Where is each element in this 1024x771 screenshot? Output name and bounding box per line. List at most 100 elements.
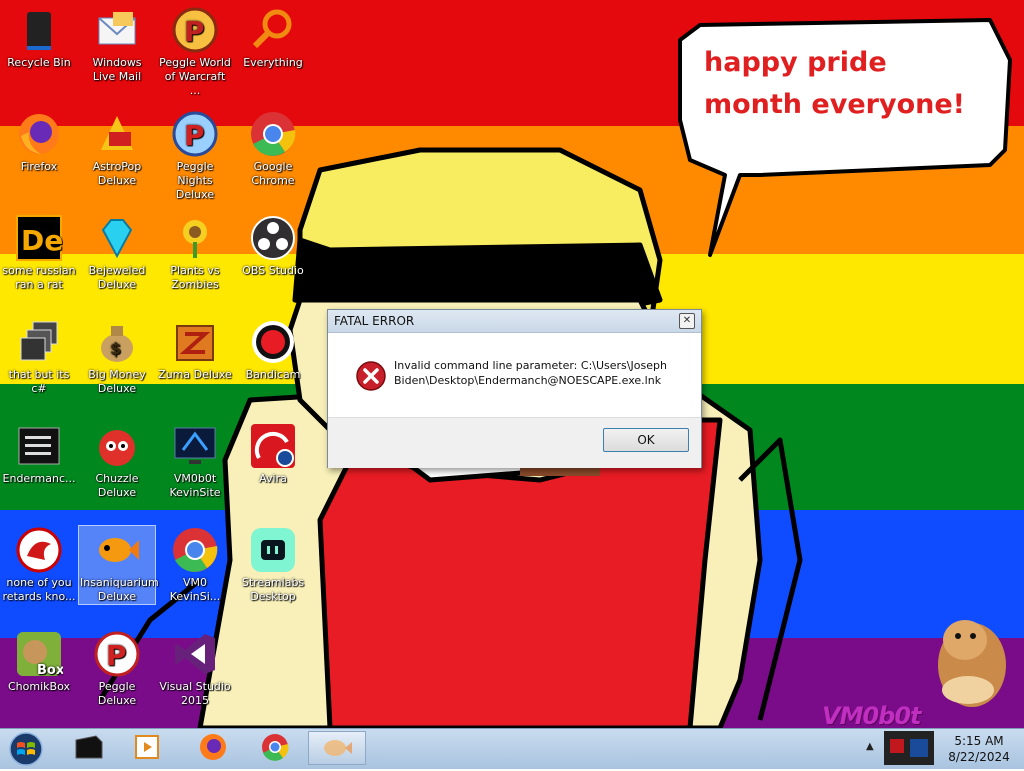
desktop-icon-vm0-kevinsi[interactable]: VM0 KevinSi... (157, 526, 233, 604)
desktop-icon-label: Windows Live Mail (92, 56, 142, 83)
desktop-icon-everything[interactable]: Everything (235, 6, 311, 70)
desktop-icon-label: Peggle Nights Deluxe (175, 160, 215, 201)
clock-date: 8/22/2024 (948, 750, 1010, 764)
chuzzle-icon (99, 430, 135, 466)
zuma-icon (176, 325, 214, 361)
desktop-icon-peggle-deluxe[interactable]: P Peggle Deluxe (79, 630, 155, 708)
avira-icon (251, 424, 295, 468)
ok-button[interactable]: OK (603, 428, 689, 452)
desktop-icon-google-chrome[interactable]: Google Chrome (235, 110, 311, 188)
desktop-icon-label: VM0b0t KevinSite (169, 472, 221, 499)
desktop-icon-chuzzle[interactable]: Chuzzle Deluxe (79, 422, 155, 500)
desktop-icon-zuma[interactable]: Zuma Deluxe (157, 318, 233, 382)
desktop-icon-that-but-its-csharp[interactable]: that but its c# (1, 318, 77, 396)
desktop-icon-label: Plants vs Zombies (170, 264, 220, 291)
desktop[interactable]: happy pride month everyone! VM0b0t Recyc… (0, 0, 1024, 728)
desktop-icon-label: Streamlabs Desktop (241, 576, 305, 603)
desktop-icon-some-russian[interactable]: De some russian ran a rat (1, 214, 77, 292)
error-message: Invalid command line parameter: C:\Users… (394, 359, 667, 387)
money-bag-icon: $ (101, 326, 133, 362)
console-icon (18, 427, 60, 465)
system-tray: ▲ 5:15 AM 8/22/2024 (862, 729, 1024, 769)
visual-studio-icon (175, 634, 215, 674)
desktop-icon-big-money[interactable]: $ Big Money Deluxe (79, 318, 155, 396)
taskbar: ▲ 5:15 AM 8/22/2024 (0, 728, 1024, 769)
desktop-icon-recycle-bin[interactable]: Recycle Bin (1, 6, 77, 70)
desktop-icon-label: Insaniquarium Deluxe (80, 576, 159, 603)
clock[interactable]: 5:15 AM 8/22/2024 (938, 733, 1020, 765)
desktop-icon-label: OBS Studio (242, 264, 304, 277)
diamond-icon (101, 219, 133, 259)
clock-time: 5:15 AM (954, 734, 1004, 748)
desktop-icon-chomikbox[interactable]: Box ChomikBox (1, 630, 77, 694)
desktop-icon-none-of-you[interactable]: none of you retards kno... (1, 526, 77, 604)
desktop-icon-label: Big Money Deluxe (88, 368, 146, 395)
terminal-icon (75, 735, 103, 759)
desktop-icon-streamlabs[interactable]: Streamlabs Desktop (235, 526, 311, 604)
svg-text:$: $ (110, 339, 121, 358)
desktop-icon-label: Recycle Bin (7, 56, 71, 69)
insaniquarium-icon (324, 740, 352, 756)
monitor-icon (174, 427, 216, 464)
dialog-titlebar[interactable]: FATAL ERROR ✕ (328, 310, 701, 333)
error-dialog[interactable]: FATAL ERROR ✕ Invalid command line param… (327, 309, 702, 468)
desktop-icon-bandicam[interactable]: Bandicam (235, 318, 311, 382)
tray-icons[interactable] (884, 731, 934, 765)
desktop-icon-label: Peggle World of Warcraft ... (159, 56, 231, 97)
goldfish-icon (99, 538, 139, 562)
desktop-icon-insaniquarium[interactable]: Insaniquarium Deluxe (78, 525, 159, 605)
stacked-windows-icon (20, 321, 58, 361)
close-button[interactable]: ✕ (679, 313, 695, 329)
desktop-icon-astropop[interactable]: AstroPop Deluxe (79, 110, 155, 188)
desktop-icon-windows-live-mail[interactable]: Windows Live Mail (79, 6, 155, 84)
desktop-icon-label: Google Chrome (251, 160, 295, 187)
astropop-icon (101, 116, 133, 150)
desktop-icon-peggle-nights[interactable]: P Peggle Nights Deluxe (157, 110, 233, 202)
desktop-icon-avira[interactable]: Avira (235, 422, 311, 486)
desktop-icon-label: Bandicam (245, 368, 301, 381)
chrome-icon (173, 528, 218, 572)
desktop-icon-label: Endermanc... (2, 472, 76, 485)
desktop-icon-label: that but its c# (8, 368, 70, 395)
desktop-icon-label: AstroPop Deluxe (92, 160, 142, 187)
chomikbox-icon: Box (17, 632, 63, 678)
desktop-icon-label: Everything (243, 56, 303, 69)
chrome-icon (251, 112, 296, 156)
svg-text:De: De (21, 224, 63, 257)
windows-start-icon (9, 732, 43, 766)
taskbar-item-chrome[interactable] (248, 731, 302, 765)
recycle-bin-icon (27, 12, 51, 50)
start-button[interactable] (4, 731, 48, 767)
desktop-icon-peggle-wow[interactable]: P Peggle World of Warcraft ... (157, 6, 233, 98)
taskbar-item-firefox[interactable] (186, 731, 240, 765)
peggle-icon: P (172, 7, 218, 53)
desktop-icon-label: Chuzzle Deluxe (95, 472, 139, 499)
error-icon (356, 361, 386, 391)
tray-app-icon (890, 739, 928, 757)
dialog-body: Invalid command line parameter: C:\Users… (328, 333, 701, 417)
media-player-icon (135, 735, 159, 759)
dialog-footer: OK (328, 417, 701, 468)
desktop-icon-bejeweled[interactable]: Bejeweled Deluxe (79, 214, 155, 292)
desktop-icon-label: some russian ran a rat (2, 264, 76, 291)
taskbar-item-insaniquarium[interactable] (308, 731, 366, 765)
desktop-icon-endermanch[interactable]: Endermanc... (1, 422, 77, 486)
show-hidden-icons-button[interactable]: ▲ (866, 741, 874, 752)
taskbar-item-media-player[interactable] (120, 731, 174, 765)
desktop-icon-label: Avira (259, 472, 287, 485)
sunflower-icon (183, 220, 207, 258)
desktop-icon-vm0b0t-kevinsite[interactable]: VM0b0t KevinSite (157, 422, 233, 500)
chrome-icon (262, 734, 289, 761)
desktop-icon-plants-vs-zombies[interactable]: Plants vs Zombies (157, 214, 233, 292)
desktop-icon-obs-studio[interactable]: OBS Studio (235, 214, 311, 278)
svg-text:P: P (184, 119, 205, 152)
desktop-icon-visual-studio[interactable]: Visual Studio 2015 (157, 630, 233, 708)
dragon-logo-icon (16, 527, 62, 573)
taskbar-item-terminal[interactable] (62, 731, 116, 765)
speech-bubble-text: happy pride month everyone! (704, 47, 965, 120)
peggle-icon: P (94, 631, 140, 677)
desktop-icon-label: Peggle Deluxe (97, 680, 137, 707)
watermark: VM0b0t (822, 702, 922, 728)
desktop-icon-firefox[interactable]: Firefox (1, 110, 77, 174)
mail-icon (98, 12, 136, 45)
